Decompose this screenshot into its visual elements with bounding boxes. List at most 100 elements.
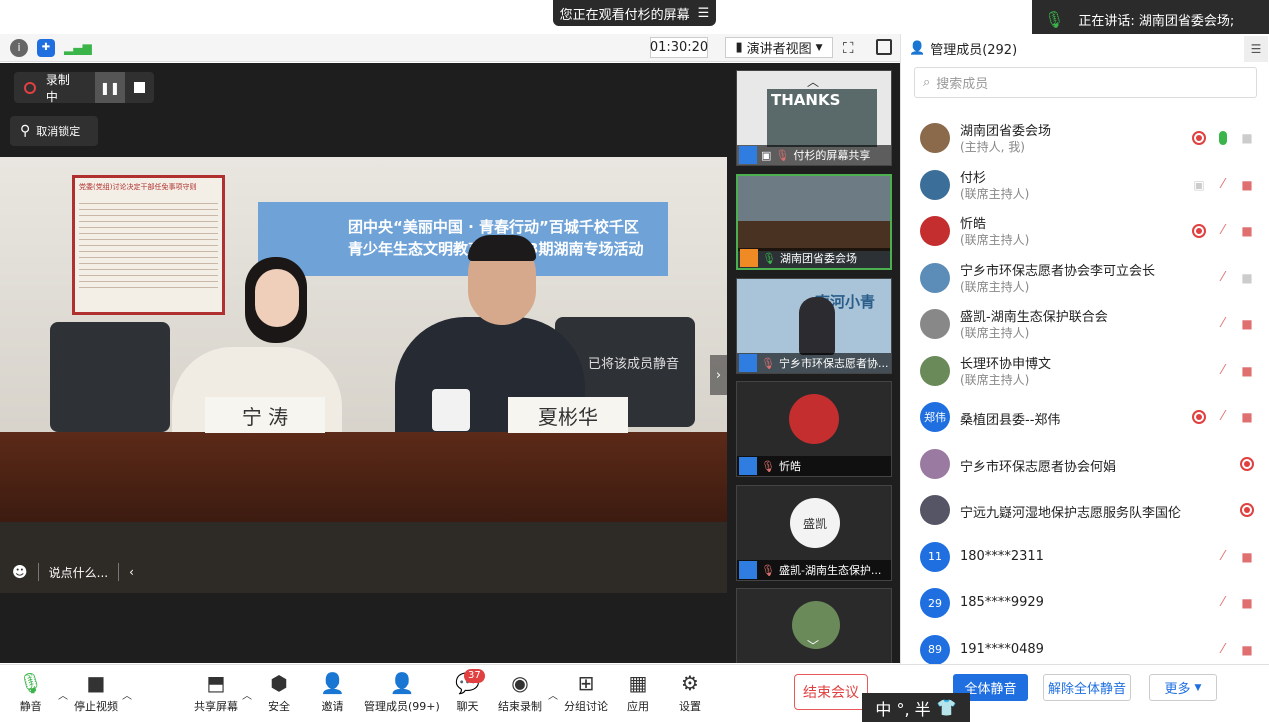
view-mode-select[interactable]: ▮ 演讲者视图 ▼ (725, 37, 833, 58)
share-screen-button[interactable]: ⬒ 共享屏幕 (194, 671, 238, 714)
mic-off-icon[interactable]: ⁄ (1216, 317, 1230, 331)
camera-off-icon[interactable]: ■ (1240, 224, 1254, 238)
member-row[interactable]: 11 180****2311 ■ ⁄ (918, 536, 1258, 582)
mic-off-icon[interactable]: ⁄ (1216, 363, 1230, 378)
person-preview (799, 297, 835, 355)
apps-icon: ▦ (628, 671, 648, 695)
mic-off-icon[interactable]: ⁄ (1216, 549, 1230, 564)
list-icon[interactable]: ☰ (698, 6, 710, 21)
add-user-icon: 👤 (320, 671, 345, 695)
user-badge-icon (739, 561, 757, 579)
record-icon[interactable] (1240, 503, 1254, 517)
mic-off-icon[interactable]: ⁄ (1216, 270, 1230, 285)
breakout-button[interactable]: ⊞ 分组讨论 (564, 671, 608, 714)
caret-up-icon[interactable]: ︿ (122, 687, 132, 702)
invite-button[interactable]: 👤 邀请 (320, 671, 345, 714)
camera-off-icon[interactable]: ■ (1240, 317, 1254, 331)
stop-button[interactable] (125, 72, 154, 103)
member-row[interactable]: 长理环协申博文 (联席主持人) ■ ⁄ (918, 350, 1258, 396)
mic-off-icon[interactable]: ⁄ (1216, 596, 1230, 610)
member-row[interactable]: 29 185****9929 ■ ⁄ (918, 582, 1258, 628)
member-row[interactable]: 宁远九嶷河湿地保护志愿服务队李国伦 (918, 489, 1258, 535)
record-icon[interactable] (1192, 410, 1206, 424)
unlock-label: 取消锁定 (36, 125, 81, 138)
camera-off-icon[interactable]: ■ (1240, 410, 1254, 424)
panel-toggle-icon[interactable] (876, 39, 892, 55)
thumbnail-label: 湖南团省委会场 (779, 252, 857, 265)
scroll-up-icon[interactable]: ︿ (807, 73, 819, 90)
chat-bar[interactable]: ☻ 说点什么... ‹ (12, 557, 152, 587)
thumbnail-shengkai[interactable]: 盛凯 🎙 盛凯-湖南生态保护... (736, 485, 892, 581)
caret-up-icon[interactable]: ︿ (548, 687, 558, 702)
chat-input[interactable]: 说点什么... (49, 564, 108, 581)
member-row[interactable]: 付杉 (联席主持人) ■ ⁄ ▣ (918, 164, 1258, 210)
unmute-all-button[interactable]: 解除全体静音 (1043, 674, 1131, 701)
gear-icon: ⚙ (681, 671, 699, 695)
emoji-icon[interactable]: ☻ (12, 563, 28, 581)
record-icon[interactable] (1192, 131, 1206, 145)
member-row[interactable]: 盛凯-湖南生态保护联合会 (联席主持人) ■ ⁄ (918, 303, 1258, 349)
mic-off-icon[interactable]: ⁄ (1216, 224, 1230, 238)
mic-off-icon[interactable]: ⁄ (1216, 177, 1230, 192)
avatar (920, 309, 950, 339)
thumbnail-hunan-venue[interactable]: 🎙 湖南团省委会场 (736, 174, 892, 270)
avatar (920, 169, 950, 200)
search-input[interactable]: ⌕ 搜索成员 (914, 67, 1257, 98)
record-icon[interactable] (1240, 456, 1254, 471)
next-arrow-icon[interactable]: › (710, 355, 727, 395)
member-role: (联席主持人) (960, 326, 1030, 340)
panel-menu-icon[interactable]: ☰ (1244, 36, 1268, 62)
main-video[interactable]: 党委(党组)讨论决定干部任免事项守则 团中央“美丽中国 · 青春行动”百城千校千… (0, 157, 727, 593)
end-recording-button[interactable]: ◉ 结束录制 (498, 671, 542, 714)
ime-indicator[interactable]: 中 °, 半 👕 (862, 693, 970, 722)
caret-up-icon[interactable]: ︿ (58, 687, 68, 702)
screen-share-icon[interactable]: ▣ (1192, 178, 1206, 192)
scroll-down-icon[interactable]: ﹀ (807, 637, 819, 654)
members-icon: 👤 (389, 671, 415, 695)
security-button[interactable]: ⬢ 安全 (268, 671, 290, 714)
mic-off-icon[interactable]: ⁄ (1216, 410, 1230, 424)
signal-icon[interactable]: ▂▄▆ (64, 39, 92, 57)
thumbnail-ningxiang[interactable]: 南河小青 🎙 宁乡市环保志愿者协... (736, 278, 892, 374)
camera-off-icon[interactable]: ■ (1240, 550, 1254, 564)
member-name: 宁乡市环保志愿者协会李可立会长 (960, 263, 1156, 279)
screen-share-banner[interactable]: 您正在观看付杉的屏幕 ☰ (553, 0, 716, 26)
member-row[interactable]: 郑伟 桑植团县委--郑伟 ■ ⁄ (918, 396, 1258, 442)
camera-icon: ■ (86, 671, 106, 695)
camera-off-icon[interactable]: ■ (1240, 596, 1254, 610)
mic-off-icon[interactable]: ⁄ (1216, 642, 1230, 657)
avatar (920, 123, 950, 153)
thumbnail-more[interactable]: ﹀ … (736, 588, 892, 663)
unlock-button[interactable]: ⚲ 取消锁定 (10, 116, 98, 146)
end-meeting-button[interactable]: 结束会议 (794, 674, 868, 710)
record-icon[interactable] (1192, 224, 1206, 238)
member-row[interactable]: 宁乡市环保志愿者协会李可立会长 (联席主持人) ■ ⁄ (918, 257, 1258, 303)
camera-off-icon[interactable]: ■ (1240, 643, 1254, 657)
view-mode-label: 演讲者视图 (746, 42, 812, 57)
camera-off-icon[interactable]: ■ (1240, 178, 1254, 192)
member-row[interactable]: 宁乡市环保志愿者协会何娟 (918, 443, 1258, 489)
collapse-icon[interactable]: ‹ (129, 565, 134, 579)
member-row[interactable]: 湖南团省委会场 (主持人, 我) ■ (918, 117, 1258, 163)
camera-icon[interactable]: ■ (1240, 131, 1254, 145)
settings-button[interactable]: ⚙ 设置 (679, 671, 701, 714)
pause-button[interactable]: ❚❚ (95, 72, 125, 103)
mic-on-icon[interactable] (1219, 131, 1227, 145)
shield-icon[interactable]: ✚ (37, 39, 55, 57)
manage-members-button[interactable]: 👤 管理成员(99+) (364, 671, 440, 714)
caret-up-icon[interactable]: ︿ (242, 687, 252, 702)
apps-button[interactable]: ▦ 应用 (627, 671, 649, 714)
fullscreen-icon[interactable]: ⛶ (843, 39, 861, 57)
caret-down-icon: ▼ (815, 42, 823, 53)
camera-off-icon[interactable]: ■ (1240, 364, 1254, 378)
thumbnail-xinhao[interactable]: 🎙 忻皓 (736, 381, 892, 477)
video-preview (738, 221, 890, 251)
more-button[interactable]: 更多 ▼ (1149, 674, 1217, 701)
camera-icon[interactable]: ■ (1240, 271, 1254, 285)
info-icon[interactable]: i (10, 39, 28, 57)
mute-button[interactable]: 🎙 静音 (18, 671, 43, 714)
thumbnail-screen-share[interactable]: ︿ THANKS ▣ 🎙 付杉的屏幕共享 (736, 70, 892, 166)
person-right-hair (468, 235, 536, 261)
stop-video-button[interactable]: ■ 停止视频 (74, 671, 118, 714)
member-row[interactable]: 忻皓 (联席主持人) ■ ⁄ (918, 210, 1258, 256)
